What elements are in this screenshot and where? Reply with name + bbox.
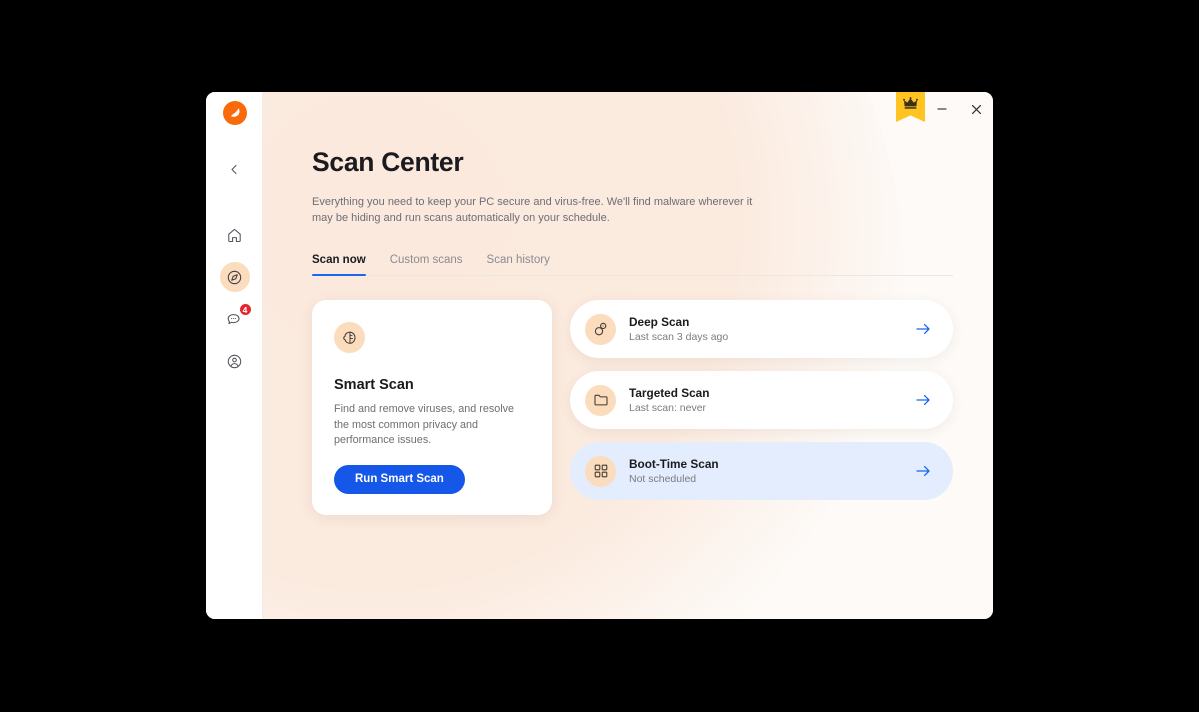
sidebar-item-messages[interactable]: 4 (220, 303, 252, 334)
run-smart-scan-button[interactable]: Run Smart Scan (334, 464, 465, 494)
minimize-button[interactable] (925, 94, 959, 124)
scan-row-name: Deep Scan (629, 315, 690, 329)
arrow-right-icon[interactable] (915, 464, 932, 478)
sidebar-collapse-button[interactable] (206, 158, 263, 180)
brain-icon (342, 331, 355, 344)
sidebar: 4 (206, 92, 263, 619)
arrow-right-icon[interactable] (915, 322, 932, 336)
page-subtitle: Everything you need to keep your PC secu… (312, 196, 753, 224)
grid-icon-wrap (585, 455, 616, 487)
sidebar-nav: 4 (206, 220, 263, 376)
page-title: Scan Center (312, 147, 464, 177)
scan-row-deep-scan[interactable]: Deep Scan Last scan 3 days ago (570, 300, 953, 358)
app-window: 4 Scan Center Everything you need to kee… (206, 92, 993, 619)
chevron-left-icon (231, 164, 237, 174)
scan-row-name: Boot-Time Scan (629, 457, 719, 471)
folder-icon (593, 394, 608, 406)
scan-row-text: Targeted Scan Last scan: never (629, 386, 915, 414)
avast-logo-glyph (230, 108, 240, 117)
cards-area: Smart Scan Find and remove viruses, and … (312, 300, 993, 515)
arrow-right-icon[interactable] (915, 393, 932, 407)
scan-row-text: Deep Scan Last scan 3 days ago (629, 315, 915, 343)
tab-scan-history[interactable]: Scan history (487, 254, 550, 275)
close-icon (971, 104, 981, 114)
scan-row-boot-time-scan[interactable]: Boot-Time Scan Not scheduled (570, 442, 953, 500)
sidebar-item-explore[interactable] (219, 262, 250, 292)
close-button[interactable] (959, 94, 993, 124)
tab-scan-now[interactable]: Scan now (312, 254, 366, 276)
scan-row-meta: Last scan: never (629, 402, 707, 414)
scan-row-meta: Not scheduled (629, 473, 697, 485)
arrow-right-glyph (916, 394, 930, 406)
messages-badge: 4 (238, 303, 252, 316)
titlebar-controls (896, 92, 993, 128)
sidebar-item-account[interactable] (220, 346, 250, 376)
smart-scan-description: Find and remove viruses, and resolve the… (334, 403, 515, 446)
magnifier-icon-wrap (585, 313, 616, 345)
magnifier-icon (594, 322, 606, 336)
user-circle-icon (227, 354, 242, 368)
brain-icon-wrap (334, 322, 365, 353)
avast-logo-icon[interactable] (223, 101, 247, 125)
scan-row-targeted-scan[interactable]: Targeted Scan Last scan: never (570, 371, 953, 429)
scan-row-name: Targeted Scan (629, 386, 710, 400)
arrow-right-glyph (916, 465, 930, 477)
folder-icon-wrap (585, 384, 616, 416)
arrow-right-glyph (916, 323, 930, 335)
compass-icon (227, 270, 242, 284)
sidebar-item-home[interactable] (220, 220, 250, 250)
main-content: Scan Center Everything you need to keep … (263, 92, 993, 619)
smart-scan-card[interactable]: Smart Scan Find and remove viruses, and … (312, 300, 552, 515)
crown-icon (903, 97, 918, 109)
smart-scan-title: Smart Scan (334, 377, 414, 393)
tab-bar: Scan now Custom scans Scan history (312, 254, 953, 276)
tab-custom-scans[interactable]: Custom scans (390, 254, 463, 275)
grid-icon (594, 464, 607, 478)
minimize-icon (937, 108, 947, 110)
page-content: Scan Center Everything you need to keep … (263, 92, 993, 515)
premium-crown-ribbon-button[interactable] (896, 92, 925, 122)
scan-row-text: Boot-Time Scan Not scheduled (629, 457, 915, 485)
home-icon (228, 228, 241, 242)
scan-options-list: Deep Scan Last scan 3 days ago Targeted … (570, 300, 953, 515)
scan-row-meta: Last scan 3 days ago (629, 331, 729, 343)
